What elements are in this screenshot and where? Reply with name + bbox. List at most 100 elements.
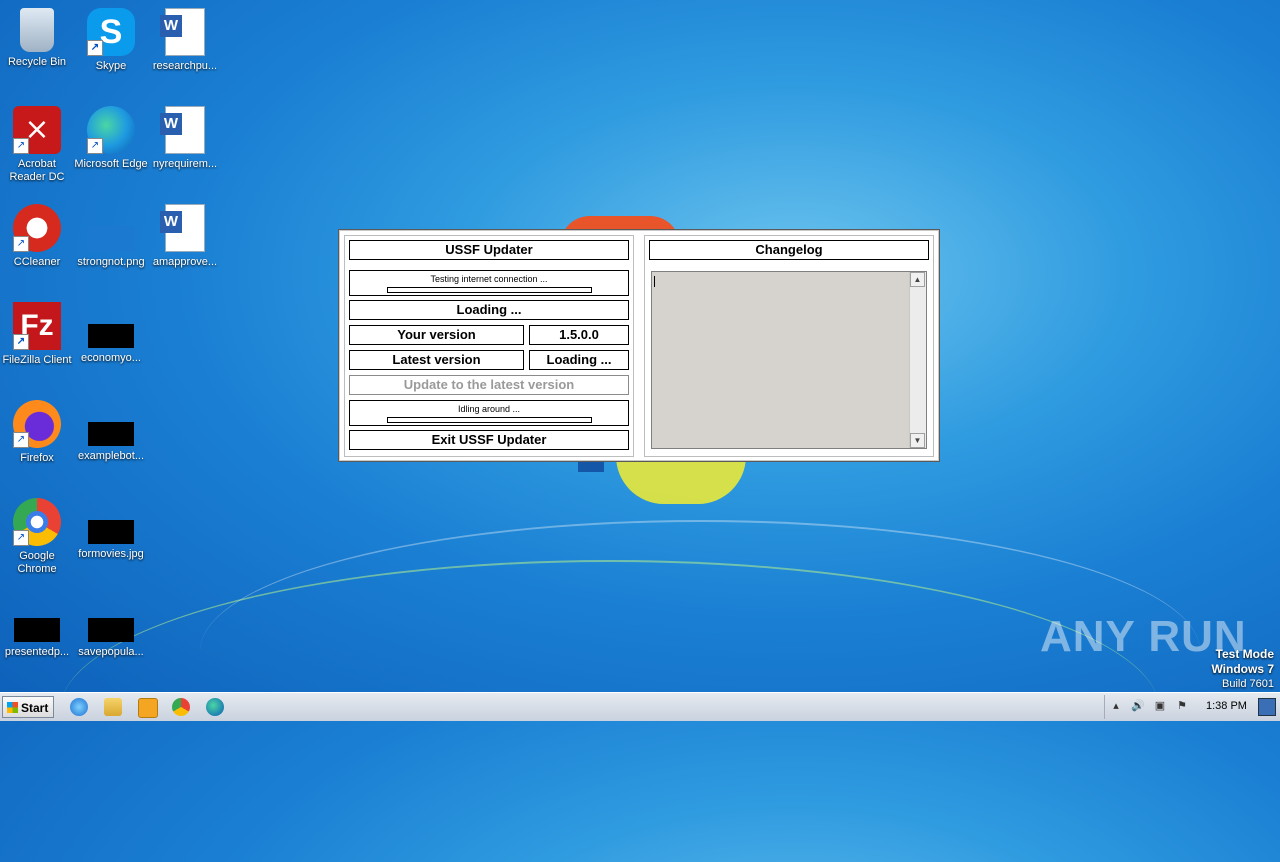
start-button[interactable]: Start	[2, 696, 54, 718]
start-label: Start	[21, 701, 49, 715]
file-thumbnail-icon	[88, 520, 134, 544]
idle-status-text: Idling around ...	[457, 404, 521, 414]
test-mode-line1: Test Mode	[1215, 647, 1274, 661]
edge-taskbar-icon[interactable]	[206, 698, 224, 716]
show-hidden-icons-icon[interactable]: ▴	[1109, 699, 1123, 713]
idle-progress-bar	[387, 417, 592, 423]
filezilla-icon: Fz ↗	[13, 302, 61, 350]
icon-label: presentedp...	[4, 646, 70, 658]
network-icon[interactable]: ▣	[1153, 699, 1167, 713]
test-mode-line3: Build 7601	[1222, 678, 1274, 690]
shortcut-arrow-icon: ↗	[13, 530, 29, 546]
desktop-icon-examplebot[interactable]: examplebot...	[74, 400, 148, 463]
icon-label: FileZilla Client	[2, 354, 72, 366]
desktop-icon-skype[interactable]: S ↗ Skype	[74, 8, 148, 73]
taskbar: Start ▴ 🔊 ▣ ⚑ 1:38 PM	[0, 692, 1280, 721]
ussf-updater-window: USSF Updater Testing internet connection…	[338, 229, 940, 462]
icon-label: formovies.jpg	[78, 548, 144, 560]
desktop-icon-recycle-bin[interactable]: Recycle Bin	[0, 8, 74, 69]
changelog-title: Changelog	[649, 240, 929, 260]
desktop-icon-acrobat[interactable]: ⨯ ↗ Acrobat Reader DC	[0, 106, 74, 184]
word-document-icon: W	[160, 204, 205, 252]
icon-label: CCleaner	[13, 256, 61, 268]
icon-label: examplebot...	[77, 450, 145, 462]
connection-status-box: Testing internet connection ...	[349, 270, 629, 296]
desktop-icon-firefox[interactable]: ↗ Firefox	[0, 400, 74, 465]
desktop-icon-filezilla[interactable]: Fz ↗ FileZilla Client	[0, 302, 74, 367]
icon-label: strongnot.png	[77, 256, 145, 268]
desktop-icon-researchpu[interactable]: W researchpu...	[148, 8, 222, 73]
shortcut-arrow-icon: ↗	[13, 236, 29, 252]
scroll-up-icon[interactable]: ▲	[910, 272, 925, 287]
test-mode-notice: Test Mode Windows 7 Build 7601	[1211, 647, 1274, 691]
idle-status-box: Idling around ...	[349, 400, 629, 426]
chrome-taskbar-icon[interactable]	[172, 698, 190, 716]
test-mode-line2: Windows 7	[1211, 662, 1274, 676]
windows-logo-icon	[7, 702, 18, 713]
text-caret	[654, 276, 655, 287]
desktop-icon-savepopula[interactable]: savepopula...	[74, 596, 148, 659]
updater-right-panel: Changelog ▲ ▼	[644, 235, 934, 457]
shortcut-arrow-icon: ↗	[13, 432, 29, 448]
updater-title: USSF Updater	[349, 240, 629, 260]
icon-label: Firefox	[20, 452, 54, 464]
icon-label: researchpu...	[152, 60, 218, 72]
icon-label: amapprove...	[152, 256, 218, 268]
desktop-icon-economyo[interactable]: economyo...	[74, 302, 148, 365]
ccleaner-icon: ↗	[13, 204, 61, 252]
wallpaper-logo-yellow	[616, 456, 746, 504]
icon-label: Skype	[95, 60, 127, 72]
acrobat-icon: ⨯ ↗	[13, 106, 61, 154]
image-file-icon	[87, 226, 135, 252]
file-thumbnail-icon	[88, 618, 134, 642]
word-document-icon: W	[160, 106, 205, 154]
desktop-icon-presentedp[interactable]: presentedp...	[0, 596, 74, 659]
file-thumbnail-icon	[88, 422, 134, 446]
clock[interactable]: 1:38 PM	[1206, 700, 1247, 712]
icon-label: Google Chrome	[17, 550, 57, 575]
desktop-icon-edge[interactable]: ↗ Microsoft Edge	[74, 106, 148, 171]
updater-left-panel: USSF Updater Testing internet connection…	[344, 235, 634, 457]
icon-label: economyo...	[81, 352, 141, 364]
action-center-flag-icon[interactable]: ⚑	[1175, 699, 1189, 713]
changelog-textarea[interactable]: ▲ ▼	[651, 271, 927, 449]
scroll-down-icon[interactable]: ▼	[910, 433, 925, 448]
shortcut-arrow-icon: ↗	[13, 334, 29, 350]
desktop-icon-amapprove[interactable]: W amapprove...	[148, 204, 222, 269]
icon-label: nyrequirem...	[152, 158, 218, 170]
chrome-icon: ↗	[13, 498, 61, 546]
internet-explorer-icon[interactable]	[70, 698, 88, 716]
connection-status-text: Testing internet connection ...	[430, 274, 548, 284]
exit-button[interactable]: Exit USSF Updater	[349, 430, 629, 450]
icon-label: Acrobat Reader DC	[9, 158, 65, 183]
icon-label: Microsoft Edge	[74, 158, 148, 170]
latest-version-value: Loading ...	[529, 350, 629, 370]
file-thumbnail-icon	[88, 324, 134, 348]
icon-label: savepopula...	[78, 646, 144, 658]
desktop-icon-formovies[interactable]: formovies.jpg	[74, 498, 148, 561]
loading-label: Loading ...	[349, 300, 629, 320]
firefox-icon: ↗	[13, 400, 61, 448]
desktop-icon-chrome[interactable]: ↗ Google Chrome	[0, 498, 74, 576]
media-player-icon[interactable]	[138, 698, 158, 718]
volume-icon[interactable]: 🔊	[1131, 699, 1145, 713]
shortcut-arrow-icon: ↗	[13, 138, 29, 154]
your-version-label: Your version	[349, 325, 524, 345]
desktop-icon-ccleaner[interactable]: ↗ CCleaner	[0, 204, 74, 269]
your-version-value: 1.5.0.0	[529, 325, 629, 345]
skype-icon: S ↗	[87, 8, 135, 56]
edge-icon: ↗	[87, 106, 135, 154]
icon-label: Recycle Bin	[7, 56, 67, 68]
recycle-bin-icon	[20, 8, 54, 52]
shortcut-arrow-icon: ↗	[87, 138, 103, 154]
show-desktop-icon[interactable]	[1258, 698, 1276, 716]
latest-version-label: Latest version	[349, 350, 524, 370]
file-explorer-icon[interactable]	[104, 698, 122, 716]
update-button[interactable]: Update to the latest version	[349, 375, 629, 395]
desktop-icon-nyrequirem[interactable]: W nyrequirem...	[148, 106, 222, 171]
file-thumbnail-icon	[14, 618, 60, 642]
changelog-scrollbar[interactable]: ▲ ▼	[909, 272, 926, 448]
desktop-icon-strongnot[interactable]: strongnot.png	[74, 204, 148, 269]
word-document-icon: W	[160, 8, 205, 56]
connection-progress-bar	[387, 287, 592, 293]
